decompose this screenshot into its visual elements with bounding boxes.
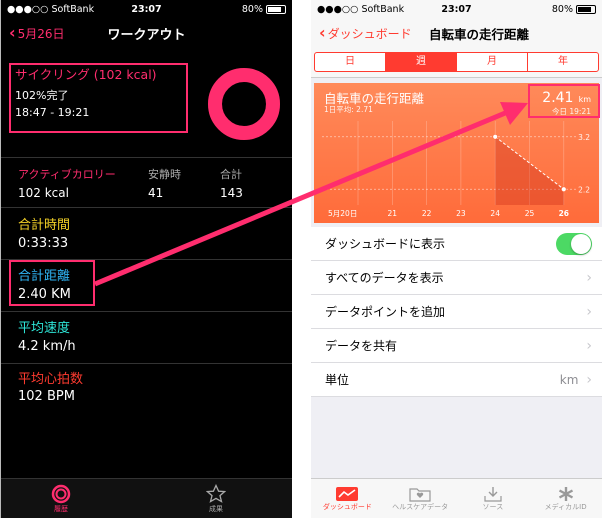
segment-day[interactable]: 日 (315, 53, 386, 71)
row-show-on-dashboard[interactable]: ダッシュボードに表示 (311, 227, 602, 261)
row-label: 単位 (325, 373, 350, 387)
row-add-data-point[interactable]: データポイントを追加 › (311, 295, 602, 329)
chart-point (492, 134, 498, 140)
tab-label: ダッシュボード (322, 502, 372, 511)
chart-x-tick-label: 26 (559, 209, 569, 218)
stat-label: 平均速度 (18, 321, 71, 336)
tab-label: ヘルスケアデータ (392, 502, 449, 511)
tab-history[interactable]: 履歴 (51, 484, 71, 514)
segment-month[interactable]: 月 (457, 53, 528, 71)
tab-medical-id[interactable]: メディカルID (536, 486, 596, 512)
chart-x-tick-label: 22 (422, 209, 432, 218)
chevron-right-icon: › (586, 371, 592, 388)
tab-bar: 履歴 成果 (1, 478, 292, 518)
asterisk-icon (558, 486, 573, 501)
chart-x-tick-label: 21 (388, 209, 398, 218)
stat-value: 102 BPM (18, 389, 75, 404)
row-show-all-data[interactable]: すべてのデータを表示 › (311, 261, 602, 295)
total-calories-header: 合計 (220, 168, 242, 181)
tab-achievements[interactable]: 成果 (206, 484, 226, 514)
tab-sources[interactable]: ソース (463, 486, 523, 512)
move-ring (208, 68, 280, 140)
chart-y-tick-label: 2.2 (578, 185, 590, 194)
history-icon (51, 484, 71, 504)
tab-label: 履歴 (54, 505, 68, 513)
row-label: すべてのデータを表示 (325, 271, 444, 285)
row-label: データポイントを追加 (325, 305, 446, 319)
highlight-box-distance (9, 260, 95, 306)
settings-list: ダッシュボードに表示 すべてのデータを表示 › データポイントを追加 › データ… (311, 227, 602, 397)
chevron-right-icon: › (586, 269, 592, 286)
tab-label: ソース (482, 502, 504, 511)
row-share-data[interactable]: データを共有 › (311, 329, 602, 363)
status-time: 23:07 (131, 3, 162, 15)
battery-icon (576, 4, 596, 14)
screenshot-composite: ●●●○○ SoftBank 23:07 80% ‹ 5月26日 ワークアウト … (0, 0, 602, 518)
nav-bar: ‹ ダッシュボード 自転車の走行距離 (311, 18, 602, 48)
stat-value: 4.2 km/h (18, 339, 76, 354)
resting-calories-header: 安静時 (148, 168, 181, 181)
stat-total-time: 合計時間 0:33:33 (1, 207, 292, 257)
active-calories-header: アクティブカロリー (18, 168, 116, 181)
tab-bar: ダッシュボード ヘルスケアデータ ソース メディカルID (311, 478, 602, 518)
chart-x-tick-label: 25 (525, 209, 535, 218)
battery-icon (266, 4, 286, 14)
highlight-box-workout (9, 63, 188, 133)
status-bar: ●●●○○ SoftBank 23:07 80% (311, 0, 602, 18)
highlight-box-value (528, 84, 600, 118)
back-label: ダッシュボード (327, 26, 412, 41)
nav-bar: ‹ 5月26日 ワークアウト (1, 18, 292, 48)
stat-avg-heart-rate: 平均心拍数 102 BPM (1, 363, 292, 415)
chart-x-tick-label: 23 (456, 209, 466, 218)
chart-x-tick-label: 24 (490, 209, 500, 218)
tab-health-data[interactable]: ヘルスケアデータ (390, 486, 450, 512)
active-calories-value: 102 kcal (18, 186, 69, 200)
tab-label: 成果 (209, 505, 223, 513)
page-title: 自転車の走行距離 (429, 26, 530, 42)
stat-avg-speed: 平均速度 4.2 km/h (1, 311, 292, 363)
chart-y-tick-label: 3.2 (578, 133, 590, 142)
dashboard-toggle[interactable] (556, 232, 592, 255)
chart-x-tick-label: 5月20日 (328, 209, 357, 218)
back-button[interactable]: ‹ ダッシュボード (311, 25, 412, 42)
star-icon (206, 484, 226, 503)
stat-label: 合計時間 (18, 218, 71, 233)
stat-label: 平均心拍数 (18, 372, 84, 387)
chevron-right-icon: › (586, 303, 592, 320)
segment-week[interactable]: 週 (386, 53, 457, 71)
chevron-left-icon: ‹ (319, 23, 326, 42)
download-icon (484, 486, 502, 502)
calories-section: アクティブカロリー 安静時 合計 102 kcal 41 143 (1, 157, 292, 205)
segment-year[interactable]: 年 (528, 53, 598, 71)
status-bar: ●●●○○ SoftBank 23:07 80% (1, 0, 292, 18)
status-time: 23:07 (441, 3, 472, 15)
folder-heart-icon (409, 487, 431, 502)
workout-detail-screen: ●●●○○ SoftBank 23:07 80% ‹ 5月26日 ワークアウト … (0, 0, 292, 518)
tab-label: メディカルID (544, 502, 587, 511)
chevron-left-icon: ‹ (9, 23, 16, 42)
total-calories-value: 143 (220, 186, 243, 200)
stat-value: 0:33:33 (18, 236, 69, 251)
row-label: ダッシュボードに表示 (325, 237, 446, 251)
chevron-right-icon: › (586, 337, 592, 354)
back-button[interactable]: ‹ 5月26日 (1, 25, 65, 42)
row-unit[interactable]: 単位 km › (311, 363, 602, 397)
back-label: 5月26日 (17, 26, 65, 41)
tab-dashboard[interactable]: ダッシュボード (317, 486, 377, 512)
health-detail-screen: ●●●○○ SoftBank 23:07 80% ‹ ダッシュボード 自転車の走… (311, 0, 602, 518)
range-segmented-control: 日 週 月 年 (314, 52, 599, 72)
dashboard-icon (336, 486, 359, 501)
resting-calories-value: 41 (148, 186, 164, 200)
unit-value: km (559, 372, 579, 387)
chart-point (561, 186, 567, 192)
row-label: データを共有 (325, 339, 398, 353)
